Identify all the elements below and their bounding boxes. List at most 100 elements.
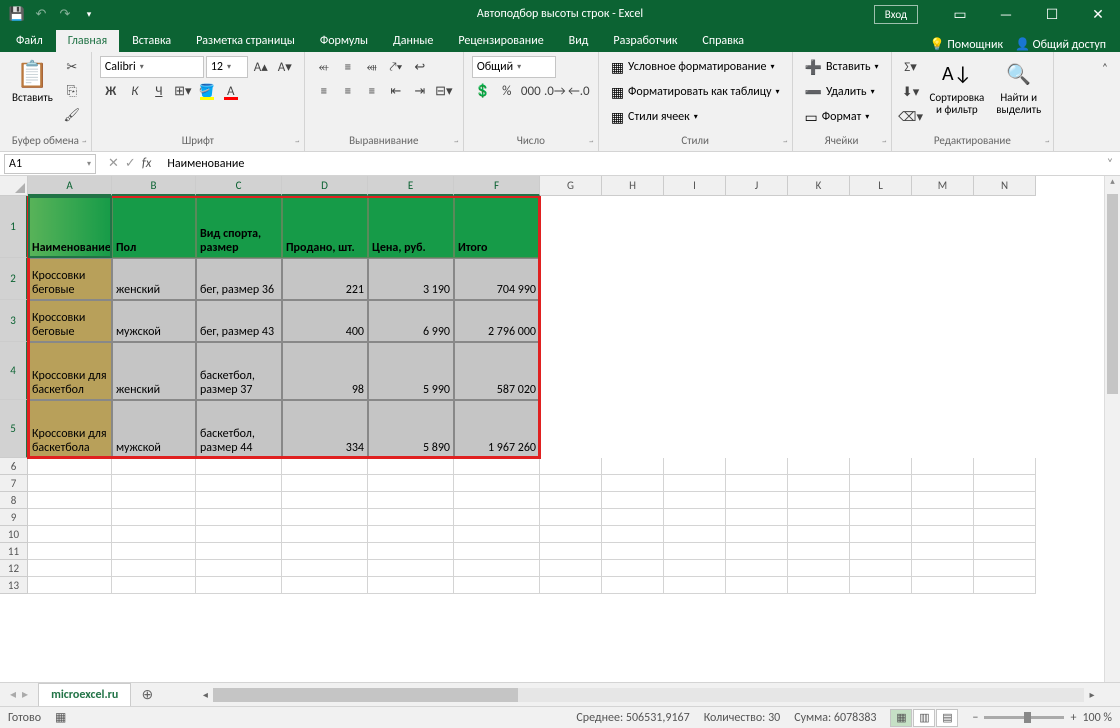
cell-area[interactable]: НаименованиеПолВид спорта, размерПродано… bbox=[28, 196, 1104, 682]
tab-insert[interactable]: Вставка bbox=[120, 30, 183, 52]
empty-cell[interactable] bbox=[664, 543, 726, 560]
empty-cell[interactable] bbox=[850, 560, 912, 577]
empty-cell[interactable] bbox=[912, 509, 974, 526]
empty-cell[interactable] bbox=[196, 526, 282, 543]
empty-cell[interactable] bbox=[112, 492, 196, 509]
font-name-combo[interactable]: Calibri▾ bbox=[100, 56, 204, 78]
empty-cell[interactable] bbox=[196, 577, 282, 594]
empty-cell[interactable] bbox=[788, 560, 850, 577]
empty-cell[interactable] bbox=[788, 577, 850, 594]
empty-cell[interactable] bbox=[454, 577, 540, 594]
empty-cell[interactable] bbox=[602, 475, 664, 492]
row-header-10[interactable]: 10 bbox=[0, 526, 28, 543]
empty-cell[interactable] bbox=[368, 543, 454, 560]
empty-cell[interactable] bbox=[726, 543, 788, 560]
empty-cell[interactable] bbox=[788, 458, 850, 475]
col-header-E[interactable]: E bbox=[368, 176, 454, 196]
header-cell[interactable]: Продано, шт. bbox=[282, 196, 368, 258]
col-header-B[interactable]: B bbox=[112, 176, 196, 196]
col-header-N[interactable]: N bbox=[974, 176, 1036, 196]
align-right-icon[interactable]: ≡ bbox=[361, 80, 383, 102]
empty-cell[interactable] bbox=[850, 543, 912, 560]
horizontal-scrollbar[interactable]: ◂▸ bbox=[197, 688, 1100, 702]
empty-cell[interactable] bbox=[540, 509, 602, 526]
empty-cell[interactable] bbox=[912, 492, 974, 509]
header-cell[interactable]: Вид спорта, размер bbox=[196, 196, 282, 258]
macro-record-icon[interactable]: ▦ bbox=[55, 710, 66, 725]
empty-cell[interactable] bbox=[28, 526, 112, 543]
empty-cell[interactable] bbox=[196, 543, 282, 560]
header-cell[interactable]: Итого bbox=[454, 196, 540, 258]
redo-icon[interactable]: ↷ bbox=[54, 3, 76, 25]
empty-cell[interactable] bbox=[282, 577, 368, 594]
row-header-1[interactable]: 1 bbox=[0, 196, 28, 258]
bold-button[interactable]: Ж bbox=[100, 80, 122, 102]
tab-file[interactable]: Файл bbox=[4, 30, 55, 52]
empty-cell[interactable] bbox=[788, 492, 850, 509]
data-cell[interactable]: 400 bbox=[282, 300, 368, 342]
increase-decimal-icon[interactable]: .0→ bbox=[544, 80, 566, 102]
empty-cell[interactable] bbox=[368, 577, 454, 594]
col-header-A[interactable]: A bbox=[28, 176, 112, 196]
sheet-tab[interactable]: microexcel.ru bbox=[38, 683, 131, 706]
empty-cell[interactable] bbox=[540, 526, 602, 543]
conditional-formatting-button[interactable]: ▦Условное форматирование▾ bbox=[607, 56, 779, 78]
data-cell[interactable]: Кроссовки для баскетбола bbox=[28, 400, 112, 458]
col-header-K[interactable]: K bbox=[788, 176, 850, 196]
row-header-9[interactable]: 9 bbox=[0, 509, 28, 526]
empty-cell[interactable] bbox=[28, 475, 112, 492]
decrease-indent-icon[interactable]: ⇤ bbox=[385, 80, 407, 102]
empty-cell[interactable] bbox=[974, 475, 1036, 492]
fill-color-icon[interactable]: 🪣 bbox=[196, 80, 218, 102]
empty-cell[interactable] bbox=[368, 492, 454, 509]
empty-cell[interactable] bbox=[602, 492, 664, 509]
delete-cells-button[interactable]: ➖Удалить▾ bbox=[801, 81, 879, 103]
empty-cell[interactable] bbox=[664, 475, 726, 492]
view-page-layout-icon[interactable]: ▥ bbox=[913, 709, 935, 727]
borders-icon[interactable]: ⊞▾ bbox=[172, 80, 194, 102]
empty-cell[interactable] bbox=[112, 560, 196, 577]
formula-bar[interactable]: Наименование bbox=[159, 157, 1100, 171]
empty-cell[interactable] bbox=[912, 526, 974, 543]
header-cell[interactable]: Цена, руб. bbox=[368, 196, 454, 258]
ribbon-options-icon[interactable]: ▭ bbox=[938, 0, 982, 28]
empty-cell[interactable] bbox=[664, 492, 726, 509]
empty-cell[interactable] bbox=[540, 577, 602, 594]
autosum-icon[interactable]: Σ▾ bbox=[900, 56, 922, 78]
data-cell[interactable]: 587 020 bbox=[454, 342, 540, 400]
comma-icon[interactable]: 000 bbox=[520, 80, 542, 102]
row-header-13[interactable]: 13 bbox=[0, 577, 28, 594]
increase-indent-icon[interactable]: ⇥ bbox=[409, 80, 431, 102]
data-cell[interactable]: 98 bbox=[282, 342, 368, 400]
empty-cell[interactable] bbox=[602, 577, 664, 594]
col-header-I[interactable]: I bbox=[664, 176, 726, 196]
col-header-J[interactable]: J bbox=[726, 176, 788, 196]
empty-cell[interactable] bbox=[602, 526, 664, 543]
empty-cell[interactable] bbox=[850, 458, 912, 475]
data-cell[interactable]: мужской bbox=[112, 400, 196, 458]
empty-cell[interactable] bbox=[112, 458, 196, 475]
row-header-3[interactable]: 3 bbox=[0, 300, 28, 342]
empty-cell[interactable] bbox=[282, 492, 368, 509]
italic-button[interactable]: К bbox=[124, 80, 146, 102]
align-bottom-icon[interactable]: ⬵ bbox=[361, 56, 383, 78]
merge-icon[interactable]: ⊟▾ bbox=[433, 80, 455, 102]
select-all-corner[interactable] bbox=[0, 176, 28, 196]
row-header-12[interactable]: 12 bbox=[0, 560, 28, 577]
tell-me[interactable]: 💡 Помощник bbox=[930, 37, 1003, 52]
tab-page-layout[interactable]: Разметка страницы bbox=[184, 30, 307, 52]
format-as-table-button[interactable]: ▦Форматировать как таблицу▾ bbox=[607, 81, 784, 103]
fill-icon[interactable]: ⬇▾ bbox=[900, 81, 922, 103]
col-header-H[interactable]: H bbox=[602, 176, 664, 196]
empty-cell[interactable] bbox=[282, 526, 368, 543]
data-cell[interactable]: бег, размер 43 bbox=[196, 300, 282, 342]
empty-cell[interactable] bbox=[974, 526, 1036, 543]
cut-icon[interactable]: ✂ bbox=[61, 56, 83, 78]
zoom-control[interactable]: − + 100 % bbox=[972, 711, 1112, 725]
format-painter-icon[interactable]: 🖌 bbox=[61, 104, 83, 126]
empty-cell[interactable] bbox=[540, 560, 602, 577]
empty-cell[interactable] bbox=[112, 475, 196, 492]
empty-cell[interactable] bbox=[282, 509, 368, 526]
empty-cell[interactable] bbox=[850, 492, 912, 509]
data-cell[interactable]: Кроссовки беговые bbox=[28, 258, 112, 300]
